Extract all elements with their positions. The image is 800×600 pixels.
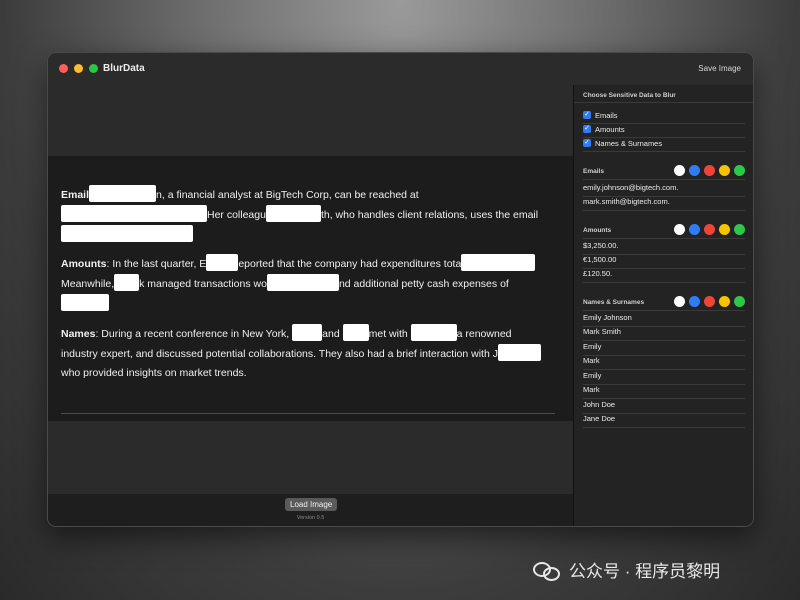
amounts-toggle[interactable]: ✓ Amounts <box>583 123 745 138</box>
list-item: $3,250.00. <box>583 240 745 255</box>
zoom-window-button[interactable] <box>89 64 98 73</box>
list-item: Emily <box>583 341 745 356</box>
names-paragraph: Names: During a recent conference in New… <box>61 324 559 383</box>
version-label: Version 0.5 <box>296 515 325 521</box>
color-swatch-blue[interactable] <box>689 224 700 235</box>
amounts-checkbox[interactable]: ✓ <box>583 125 591 133</box>
list-item: Mark Smith <box>583 326 745 341</box>
blur-box <box>61 294 109 311</box>
names-color-picker <box>674 296 745 307</box>
emails-color-picker <box>674 165 745 176</box>
section-divider <box>583 238 745 239</box>
color-swatch-green[interactable] <box>734 224 745 235</box>
sidebar-heading: Choose Sensitive Data to Blur <box>583 92 676 99</box>
watermark: 公众号 · 程序员黎明 <box>533 557 720 582</box>
names-heading: Names <box>61 328 96 340</box>
title-bar: BlurData Save Image <box>48 53 753 86</box>
list-item: €1,500.00 <box>583 254 745 269</box>
blur-box <box>266 274 339 291</box>
color-swatch-blue[interactable] <box>689 296 700 307</box>
emails-section-label: Emails <box>583 168 604 175</box>
email-paragraph: Email n, a financial analyst at BigTech C… <box>61 185 559 245</box>
color-swatch-white[interactable] <box>674 224 685 235</box>
color-swatch-white[interactable] <box>674 296 685 307</box>
color-swatch-green[interactable] <box>734 165 745 176</box>
app-window: BlurData Save Image Email n, a financial … <box>47 52 754 527</box>
app-title: BlurData <box>103 63 145 74</box>
list-item: £120.50. <box>583 268 745 283</box>
image-preview-area: Email n, a financial analyst at BigTech C… <box>48 85 573 526</box>
blur-box <box>497 344 541 361</box>
load-image-button[interactable]: Load Image <box>285 498 338 511</box>
emails-toggle[interactable]: ✓ Emails <box>583 109 745 124</box>
content-divider <box>61 413 555 414</box>
blur-box <box>61 205 207 222</box>
settings-sidebar: Choose Sensitive Data to Blur ✓ Emails ✓… <box>573 85 753 526</box>
list-item: Mark <box>583 355 745 370</box>
blur-box <box>89 185 157 202</box>
emails-checkbox[interactable]: ✓ <box>583 111 591 119</box>
list-item: John Doe <box>583 399 745 414</box>
color-swatch-red[interactable] <box>704 296 715 307</box>
blur-box <box>206 254 239 271</box>
sidebar-divider <box>574 102 753 103</box>
amounts-section-label: Amounts <box>583 227 612 234</box>
color-swatch-yellow[interactable] <box>719 224 730 235</box>
document-preview: Email n, a financial analyst at BigTech C… <box>48 156 573 421</box>
amounts-color-picker <box>674 224 745 235</box>
blur-box <box>292 324 323 341</box>
minimize-window-button[interactable] <box>74 64 83 73</box>
email-heading: Email <box>61 189 90 201</box>
color-swatch-white[interactable] <box>674 165 685 176</box>
color-swatch-red[interactable] <box>704 224 715 235</box>
window-controls <box>59 64 98 73</box>
list-item: Emily Johnson <box>583 312 745 327</box>
watermark-text: 公众号 · 程序员黎明 <box>569 562 721 581</box>
list-item: Jane Doe <box>583 413 745 428</box>
close-window-button[interactable] <box>59 64 68 73</box>
list-item: Emily <box>583 370 745 385</box>
color-swatch-red[interactable] <box>704 165 715 176</box>
preview-bottom-margin <box>48 421 573 494</box>
list-item: emily.johnson@bigtech.com. <box>583 182 745 197</box>
names-checkbox[interactable]: ✓ <box>583 139 591 147</box>
section-divider <box>583 310 745 311</box>
wechat-icon <box>533 560 563 581</box>
blur-box <box>461 254 536 271</box>
names-toggle[interactable]: ✓ Names & Surnames <box>583 137 745 152</box>
color-swatch-yellow[interactable] <box>719 165 730 176</box>
blur-box <box>61 225 193 242</box>
amounts-heading: Amounts <box>61 258 107 270</box>
blur-box <box>410 324 457 341</box>
color-swatch-green[interactable] <box>734 296 745 307</box>
preview-top-margin <box>48 85 573 156</box>
list-item: Mark <box>583 384 745 399</box>
color-swatch-yellow[interactable] <box>719 296 730 307</box>
save-image-button[interactable]: Save Image <box>695 62 744 75</box>
blur-box <box>342 324 369 341</box>
section-divider <box>583 179 745 180</box>
names-section-label: Names & Surnames <box>583 299 645 306</box>
blur-box <box>265 205 321 222</box>
color-swatch-blue[interactable] <box>689 165 700 176</box>
blur-box <box>114 274 140 291</box>
list-item: mark.smith@bigtech.com. <box>583 196 745 211</box>
amounts-paragraph: Amounts: In the last quarter, Eeported t… <box>61 254 559 314</box>
